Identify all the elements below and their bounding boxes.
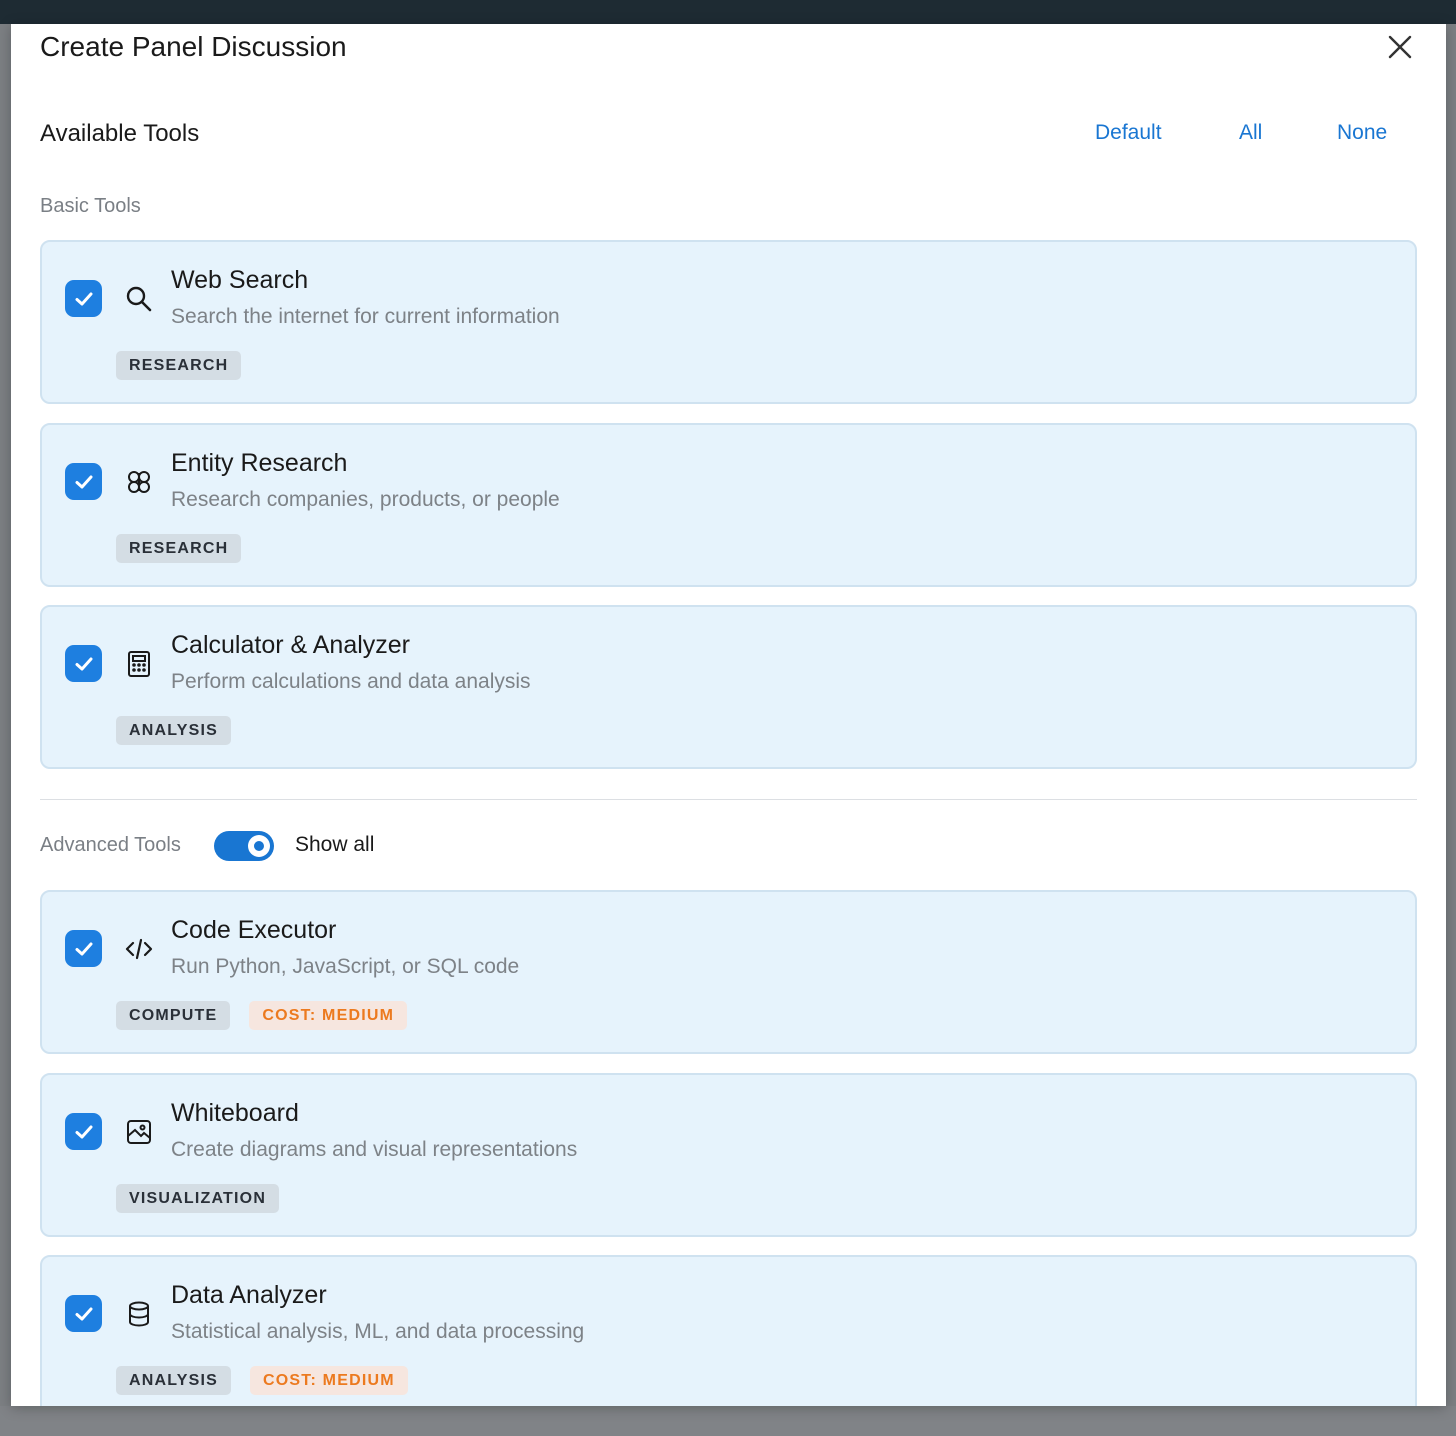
top-bar: [0, 0, 1456, 24]
tool-card-code-executor[interactable]: Code Executor Run Python, JavaScript, or…: [40, 890, 1417, 1054]
image-icon: [124, 1117, 154, 1147]
toggle-knob: [248, 835, 270, 857]
tool-card-entity-research[interactable]: Entity Research Research companies, prod…: [40, 423, 1417, 587]
tool-checkbox[interactable]: [65, 645, 102, 682]
cost-tag: COST: MEDIUM: [249, 1001, 408, 1030]
checkmark-icon: [75, 657, 92, 670]
tool-name: Whiteboard: [171, 1099, 299, 1127]
select-all-link[interactable]: All: [1239, 121, 1262, 145]
create-panel-discussion-modal: Create Panel Discussion Available Tools …: [11, 24, 1446, 1406]
category-tag: VISUALIZATION: [116, 1184, 280, 1213]
cost-tag: COST: MEDIUM: [250, 1366, 408, 1395]
category-tag: RESEARCH: [116, 351, 242, 380]
background-app-bottom: [0, 1406, 1456, 1436]
category-tag: RESEARCH: [116, 534, 242, 563]
tool-checkbox[interactable]: [65, 1295, 102, 1332]
calculator-icon: [124, 649, 154, 679]
tool-checkbox[interactable]: [65, 1113, 102, 1150]
tool-description: Search the internet for current informat…: [171, 305, 560, 328]
tool-description: Run Python, JavaScript, or SQL code: [171, 955, 520, 978]
close-button[interactable]: [1385, 32, 1415, 62]
basic-tools-label: Basic Tools: [40, 195, 141, 217]
advanced-tools-label: Advanced Tools: [40, 834, 181, 856]
checkmark-icon: [75, 475, 92, 488]
checkmark-icon: [75, 1307, 92, 1320]
checkmark-icon: [75, 292, 92, 305]
tool-checkbox[interactable]: [65, 463, 102, 500]
checkmark-icon: [75, 942, 92, 955]
section-divider: [40, 799, 1417, 800]
category-tag: COMPUTE: [116, 1001, 231, 1030]
brain-icon: [124, 467, 154, 497]
checkmark-icon: [75, 1125, 92, 1138]
tool-card-web-search[interactable]: Web Search Search the internet for curre…: [40, 240, 1417, 404]
show-all-toggle[interactable]: [214, 831, 274, 861]
tool-card-data-analyzer[interactable]: Data Analyzer Statistical analysis, ML, …: [40, 1255, 1417, 1406]
tool-checkbox[interactable]: [65, 930, 102, 967]
tool-checkbox[interactable]: [65, 280, 102, 317]
code-icon: [124, 934, 154, 964]
tool-description: Create diagrams and visual representatio…: [171, 1138, 578, 1161]
select-default-link[interactable]: Default: [1095, 121, 1162, 145]
database-icon: [124, 1299, 154, 1329]
tool-card-calculator-analyzer[interactable]: Calculator & Analyzer Perform calculatio…: [40, 605, 1417, 769]
background-app-left: [0, 24, 11, 1436]
close-icon: [1388, 35, 1412, 59]
tool-name: Entity Research: [171, 449, 348, 477]
show-all-label: Show all: [295, 833, 375, 856]
available-tools-title: Available Tools: [40, 120, 200, 147]
category-tag: ANALYSIS: [116, 716, 232, 745]
category-tag: ANALYSIS: [116, 1366, 232, 1395]
tool-card-whiteboard[interactable]: Whiteboard Create diagrams and visual re…: [40, 1073, 1417, 1237]
tool-description: Statistical analysis, ML, and data proce…: [171, 1320, 585, 1343]
tool-description: Perform calculations and data analysis: [171, 670, 531, 693]
tool-name: Data Analyzer: [171, 1281, 327, 1309]
background-app-right: [1446, 24, 1456, 1436]
modal-title: Create Panel Discussion: [40, 31, 347, 62]
tool-name: Web Search: [171, 266, 309, 294]
select-none-link[interactable]: None: [1337, 121, 1387, 145]
tool-description: Research companies, products, or people: [171, 488, 560, 511]
tool-name: Calculator & Analyzer: [171, 631, 411, 659]
tool-name: Code Executor: [171, 916, 337, 944]
search-icon: [124, 284, 154, 314]
